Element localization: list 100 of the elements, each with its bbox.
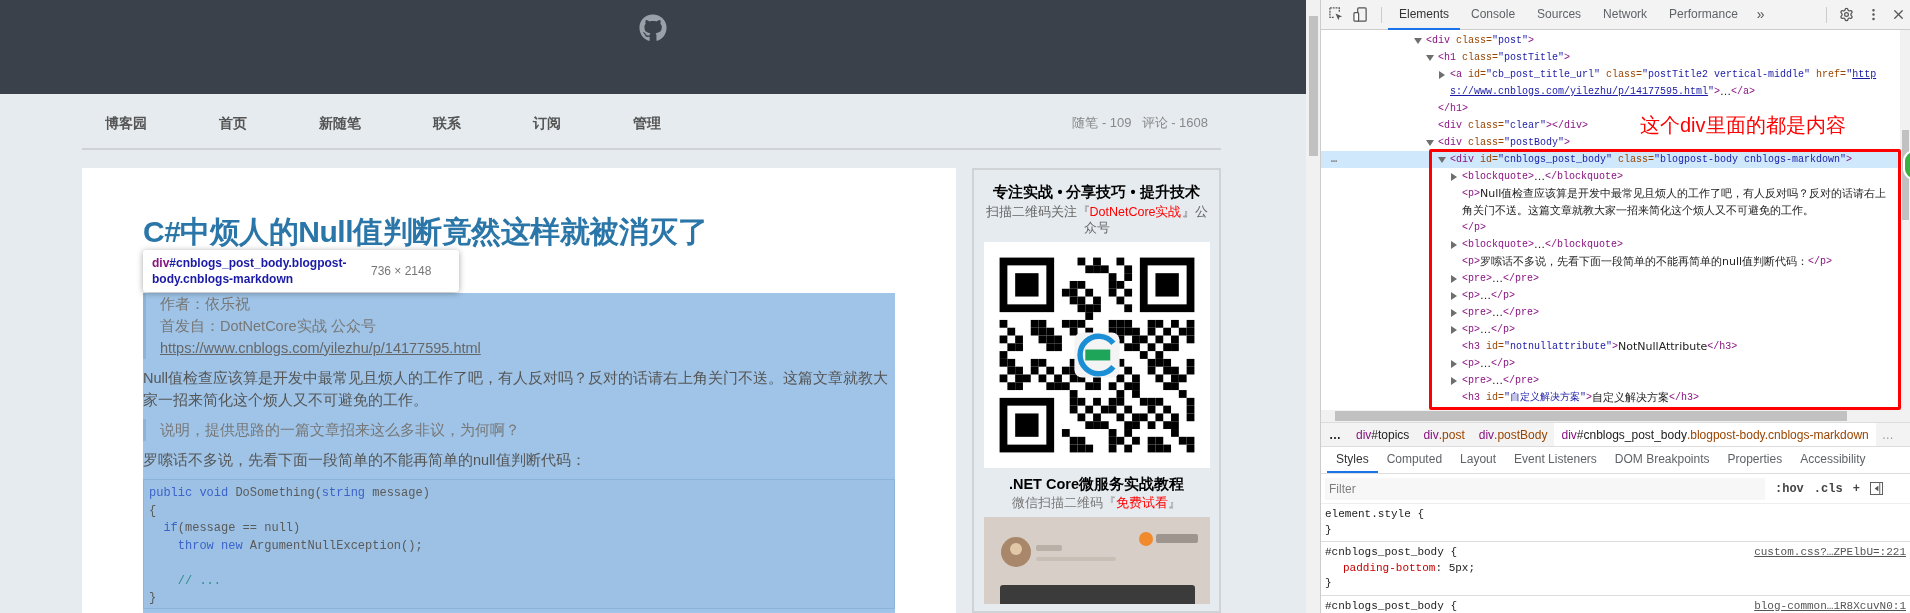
stylesheet-link[interactable]: blog-common…1R8XcuvN0:1 xyxy=(1754,598,1906,613)
filter-toolbar-button[interactable]: :hov xyxy=(1775,479,1804,498)
dom-node-markup: <a id="cb_post_title_url" class="postTitle2 vertical-middle" href="https://www.cnblogs.com/yilezhu/p/14177595.html">…</a> xyxy=(1450,68,1878,100)
nav-link[interactable]: 新随笔 xyxy=(319,112,361,134)
expand-triangle-icon[interactable] xyxy=(1450,376,1458,385)
page-scrollbar[interactable] xyxy=(1306,0,1320,613)
element-size: 736 × 2148 xyxy=(371,263,432,280)
post-title[interactable]: C#中烦人的Null值判断竟然这样就被消灭了 xyxy=(143,217,895,247)
breadcrumb-item[interactable]: div.postBody xyxy=(1471,423,1555,446)
stylesheet-link[interactable]: custom.css?…ZPElbU=:221 xyxy=(1754,545,1906,561)
code-line: if(message == null) xyxy=(162,520,302,537)
dom-tree-row[interactable]: <blockquote>…</blockquote> xyxy=(1321,168,1630,185)
devtools-tab[interactable]: Performance xyxy=(1658,0,1749,30)
pane-tab[interactable]: Layout xyxy=(1451,447,1506,473)
pane-tab[interactable]: Styles xyxy=(1327,447,1378,473)
dom-node-markup: <p>…</p> xyxy=(1462,356,1517,372)
filter-toolbar-button[interactable]: .cls xyxy=(1813,479,1843,498)
expand-triangle-icon[interactable] xyxy=(1438,70,1446,79)
dom-tree-row[interactable]: <p>…</p> xyxy=(1321,355,1522,372)
collapse-triangle-icon[interactable] xyxy=(1426,53,1434,62)
vertical-scrollbar[interactable] xyxy=(1900,30,1910,410)
dom-tree-row[interactable]: <p>…</p> xyxy=(1321,321,1522,338)
breadcrumb-item[interactable]: div#topics xyxy=(1349,423,1417,446)
post-paragraph: Null值检查应该算是开发中最常见且烦人的工作了吧，有人反对吗？反对的话请右上角关门不送。这篇文章就教大家一招来简化这个烦人又不可避免的工作。 xyxy=(143,369,889,410)
expand-triangle-icon[interactable] xyxy=(1450,240,1458,249)
collapse-triangle-icon[interactable] xyxy=(1426,138,1434,147)
dom-tree-row[interactable]: <div class="post"> xyxy=(1321,32,1541,49)
breadcrumb-item[interactable]: div#cnblogs_post_body.blogpost-body.cnblogs-markdown xyxy=(1554,423,1876,446)
breadcrumb-item[interactable]: div.post xyxy=(1416,423,1472,446)
course-note: 微信扫描二维码『免费试看』 xyxy=(1012,494,1181,512)
annotation-text: 这个div里面的都是内容 xyxy=(1640,113,1846,138)
expand-triangle-icon[interactable] xyxy=(1450,308,1458,317)
nav-link[interactable]: 首页 xyxy=(219,112,247,134)
inspect-element-icon[interactable] xyxy=(1329,7,1344,22)
expand-triangle-icon[interactable] xyxy=(1450,325,1458,334)
devtools-tab[interactable]: Elements xyxy=(1388,0,1461,30)
dom-tree-row[interactable]: <p>…</p> xyxy=(1321,287,1522,304)
blog-stat: 随笔 - 109 xyxy=(1072,114,1132,133)
quote-line: 首发自：DotNetCore实战 公众号 xyxy=(160,317,377,336)
subscribe-note: 扫描二维码关注『DotNetCore实战』公众号 xyxy=(984,204,1209,236)
dom-node-markup: <pre>…</pre> xyxy=(1462,373,1541,389)
quote-line: 说明，提供思路的一篇文章招来这么多非议，为何啊？ xyxy=(160,421,521,440)
code-line: public void DoSomething(string message) xyxy=(149,485,431,502)
dom-node-markup: <pre>…</pre> xyxy=(1462,305,1541,321)
pane-tab[interactable]: Computed xyxy=(1377,447,1452,473)
css-selector: #cnblogs_post_body { xyxy=(1325,545,1458,560)
pane-tab[interactable]: Properties xyxy=(1718,447,1792,473)
filter-field[interactable]: Filter xyxy=(1325,477,1765,500)
dom-tree-row[interactable]: <pre>…</pre> xyxy=(1321,372,1546,389)
dom-tree-row[interactable]: <h1 class="postTitle"> xyxy=(1321,49,1577,66)
pane-tab[interactable]: DOM Breakpoints xyxy=(1605,447,1719,473)
dom-node-markup: <div id="cnblogs_post_body" class="blogpost-body cnblogs-markdown"> xyxy=(1450,153,1854,167)
pane-tab[interactable]: Accessibility xyxy=(1791,447,1875,473)
code-line: } xyxy=(149,590,158,607)
dom-node-markup: <p>Null值检查应该算是开发中最常见且烦人的工作了吧，有人反对吗？反对的话请右上角关门不送。这篇文章就教大家一招来简化这个烦人又不可避免的工作。 xyxy=(1462,186,1888,219)
expand-triangle-icon[interactable] xyxy=(1450,291,1458,300)
dom-tree-row[interactable]: <pre>…</pre> xyxy=(1321,270,1546,287)
code-line: // ... xyxy=(176,572,222,590)
dom-tree-row[interactable]: <h3 id="notnullattribute">NotNullAttribute</h3> xyxy=(1321,338,1744,355)
expand-triangle-icon[interactable] xyxy=(1450,172,1458,181)
dom-node-markup: <div class="clear"></div> xyxy=(1438,119,1590,133)
dom-tree-row[interactable]: <div class="clear"></div> xyxy=(1321,117,1595,134)
devtools-tab[interactable]: Sources xyxy=(1526,0,1593,30)
devtools-tab[interactable]: Network xyxy=(1592,0,1659,30)
close-icon[interactable] xyxy=(1891,7,1906,22)
dom-node-markup: <div class="postBody"> xyxy=(1438,136,1572,150)
dom-node-markup: <h1 class="postTitle"> xyxy=(1438,51,1572,65)
dom-node-markup: <p>…</p> xyxy=(1462,288,1517,304)
device-toolbar-icon[interactable] xyxy=(1353,7,1368,22)
nav-link[interactable]: 管理 xyxy=(633,112,661,134)
breadcrumb-overflow[interactable]: … xyxy=(1321,425,1349,444)
filter-toolbar-button[interactable]: + xyxy=(1852,479,1860,498)
dom-tree-row[interactable]: <h3 id="自定义解决方案">自定义解决方案</h3> xyxy=(1321,389,1706,406)
horizontal-scrollbar[interactable] xyxy=(1321,410,1910,422)
devtools-tab[interactable]: Console xyxy=(1460,0,1527,30)
expand-triangle-icon[interactable] xyxy=(1450,359,1458,368)
post-paragraph: 罗嗦话不多说，先看下面一段简单的不能再简单的null值判断代码： xyxy=(143,451,587,470)
collapse-triangle-icon[interactable] xyxy=(1438,155,1446,164)
node-actions-ellipsis[interactable]: … xyxy=(1331,151,1337,168)
settings-icon[interactable] xyxy=(1839,7,1854,22)
nav-link[interactable]: 订阅 xyxy=(533,112,561,134)
nav-link[interactable]: 联系 xyxy=(433,112,461,134)
github-icon[interactable] xyxy=(639,14,667,42)
css-brace: } xyxy=(1325,522,1333,538)
dom-node-markup: <h3 id="notnullattribute">NotNullAttribute</h3> xyxy=(1462,339,1739,355)
dom-node-markup: <h3 id="自定义解决方案">自定义解决方案</h3> xyxy=(1462,390,1701,406)
dom-tree-row[interactable]: <blockquote>…</blockquote> xyxy=(1321,236,1630,253)
code-line: throw new ArgumentNullException(); xyxy=(176,537,424,555)
expand-triangle-icon[interactable] xyxy=(1450,274,1458,283)
more-tabs-button[interactable]: » xyxy=(1748,4,1773,25)
sidebar-toggle-icon[interactable] xyxy=(1869,482,1883,495)
dom-tree-row[interactable]: <div class="postBody"> xyxy=(1321,134,1577,151)
quote-line: 作者：依乐祝 xyxy=(160,295,251,314)
collapse-triangle-icon[interactable] xyxy=(1414,36,1422,45)
nav-link[interactable]: 博客园 xyxy=(105,112,147,134)
dom-tree-row[interactable]: <pre>…</pre> xyxy=(1321,304,1546,321)
dom-tree-row[interactable]: <p>罗嗦话不多说，先看下面一段简单的不能再简单的null值判断代码：</p> xyxy=(1321,253,1839,270)
dom-tree-row[interactable]: <a id="cb_post_title_url" class="postTitle2 vertical-middle" href="https://www.cnblogs.com/yilezhu/p/14177595.html">…</a> xyxy=(1321,66,1900,100)
dom-tree-row[interactable]: <p>Null值检查应该算是开发中最常见且烦人的工作了吧，有人反对吗？反对的话请右上角关门不送。这篇文章就教大家一招来简化这个烦人又不可避免的工作。 xyxy=(1321,185,1900,219)
pane-tab[interactable]: Event Listeners xyxy=(1505,447,1606,473)
